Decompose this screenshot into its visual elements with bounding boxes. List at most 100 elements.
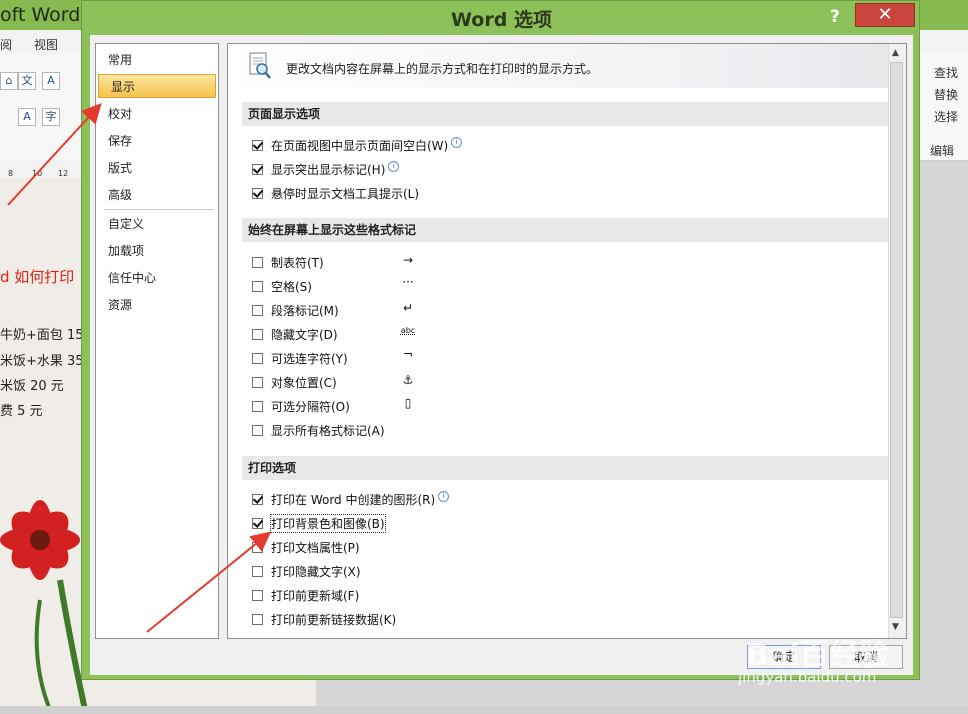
- watermark-url: jingyan.baidu.com: [738, 668, 877, 686]
- option-update-links[interactable]: 打印前更新链接数据(K): [252, 610, 396, 628]
- checkbox[interactable]: [252, 541, 263, 553]
- break-mark-icon: ▯: [404, 396, 412, 410]
- option-optional-breaks[interactable]: 可选分隔符(O): [252, 397, 350, 415]
- checkbox[interactable]: [252, 163, 263, 175]
- ribbon-icon[interactable]: 文: [18, 72, 36, 90]
- tab-view[interactable]: 视图: [34, 36, 58, 53]
- nav-item-addins[interactable]: 加载项: [96, 239, 218, 263]
- scrollbar-thumb[interactable]: [890, 62, 903, 618]
- option-optional-hyphens[interactable]: 可选连字符(Y): [252, 349, 348, 367]
- nav-item-proofing[interactable]: 校对: [96, 102, 218, 126]
- option-label: 打印前更新域(F): [271, 588, 360, 603]
- option-highlighter-marks[interactable]: 显示突出显示标记(H) i: [252, 160, 400, 178]
- option-label: 可选分隔符(O): [271, 399, 350, 414]
- section-print: 打印选项: [242, 456, 888, 480]
- option-paragraph-marks[interactable]: 段落标记(M): [252, 301, 339, 319]
- replace-button[interactable]: 替换: [934, 86, 958, 103]
- nav-item-save[interactable]: 保存: [96, 129, 218, 153]
- option-label: 打印背景色和图像(B): [270, 513, 386, 533]
- nav-item-layout[interactable]: 版式: [96, 156, 218, 180]
- option-label: 打印在 Word 中创建的图形(R): [271, 492, 436, 507]
- section-page-display: 页面显示选项: [242, 102, 888, 126]
- checkbox[interactable]: [252, 352, 263, 364]
- checkbox[interactable]: [252, 328, 263, 340]
- option-label: 悬停时显示文档工具提示(L): [271, 186, 420, 201]
- nav-item-resources[interactable]: 资源: [96, 293, 218, 317]
- ribbon-icon[interactable]: 字: [42, 108, 60, 126]
- option-label: 在页面视图中显示页面间空白(W): [271, 138, 449, 153]
- option-label: 显示所有格式标记(A): [271, 423, 385, 438]
- option-spaces[interactable]: 空格(S): [252, 277, 312, 295]
- section-format-marks: 始终在屏幕上显示这些格式标记: [242, 218, 888, 242]
- checkbox[interactable]: [252, 280, 263, 292]
- close-button[interactable]: ✕: [855, 3, 915, 27]
- hidden-text-mark-icon: abc: [400, 326, 416, 335]
- checkbox[interactable]: [252, 565, 263, 577]
- ruler: 8 10 12: [0, 160, 90, 179]
- option-label: 段落标记(M): [271, 303, 339, 318]
- checkbox[interactable]: [252, 187, 263, 199]
- checkbox[interactable]: [252, 256, 263, 268]
- close-icon: ✕: [877, 4, 893, 25]
- ruler-tick: 8: [8, 169, 14, 178]
- select-button[interactable]: 选择: [934, 108, 958, 125]
- option-print-hidden-text[interactable]: 打印隐藏文字(X): [252, 562, 361, 580]
- option-label: 打印隐藏文字(X): [271, 564, 361, 579]
- option-label: 空格(S): [271, 279, 312, 294]
- tab-mark-icon: →: [402, 253, 414, 267]
- options-nav: 常用 显示 校对 保存 版式 高级 自定义 加载项 信任中心 资源: [95, 43, 219, 639]
- dialog-title: Word 选项: [451, 9, 552, 31]
- option-label: 可选连字符(Y): [271, 351, 348, 366]
- scroll-down-icon[interactable]: ▼: [892, 622, 899, 632]
- option-show-all-marks[interactable]: 显示所有格式标记(A): [252, 421, 385, 439]
- option-label: 显示突出显示标记(H): [271, 162, 386, 177]
- option-hover-tooltips[interactable]: 悬停时显示文档工具提示(L): [252, 184, 419, 202]
- option-object-anchors[interactable]: 对象位置(C): [252, 373, 337, 391]
- nav-item-customize[interactable]: 自定义: [96, 212, 218, 236]
- help-button[interactable]: ?: [830, 7, 840, 27]
- info-icon: i: [451, 136, 463, 148]
- nav-item-advanced[interactable]: 高级: [96, 183, 218, 207]
- option-label: 打印文档属性(P): [271, 540, 360, 555]
- panel-description: 更改文档内容在屏幕上的显示方式和在打印时的显示方式。: [286, 62, 599, 76]
- option-label: 对象位置(C): [271, 375, 337, 390]
- checkbox[interactable]: [252, 304, 263, 316]
- option-print-properties[interactable]: 打印文档属性(P): [252, 538, 360, 556]
- editing-group: 查找 替换 选择 编辑: [918, 54, 968, 160]
- ribbon-icon[interactable]: A: [42, 72, 60, 90]
- info-icon: i: [438, 490, 450, 502]
- find-button[interactable]: 查找: [934, 64, 958, 81]
- option-label: 制表符(T): [271, 255, 324, 270]
- checkbox[interactable]: [252, 493, 263, 505]
- option-label: 隐藏文字(D): [271, 327, 338, 342]
- option-label: 打印前更新链接数据(K): [271, 612, 397, 627]
- editing-group-label: 编辑: [930, 144, 955, 158]
- option-update-fields[interactable]: 打印前更新域(F): [252, 586, 359, 604]
- tab-review[interactable]: 阅: [0, 36, 12, 53]
- option-show-whitespace[interactable]: 在页面视图中显示页面间空白(W) i: [252, 136, 463, 154]
- status-bar: [0, 706, 968, 714]
- space-mark-icon: ···: [402, 275, 414, 289]
- checkbox[interactable]: [252, 613, 263, 625]
- scroll-up-icon[interactable]: ▲: [892, 48, 899, 58]
- ribbon-icon[interactable]: A: [18, 108, 36, 126]
- checkbox[interactable]: [252, 517, 263, 529]
- info-icon: i: [388, 160, 400, 172]
- checkbox[interactable]: [252, 400, 263, 412]
- nav-item-trust-center[interactable]: 信任中心: [96, 266, 218, 290]
- nav-divider: [104, 209, 214, 210]
- checkbox[interactable]: [252, 139, 263, 151]
- checkbox[interactable]: [252, 589, 263, 601]
- option-hidden-text[interactable]: 隐藏文字(D): [252, 325, 338, 343]
- magnifier-page-icon: [249, 52, 271, 79]
- anchor-icon: ⚓: [402, 373, 414, 387]
- nav-item-display[interactable]: 显示: [98, 74, 216, 98]
- option-tab-characters[interactable]: 制表符(T): [252, 253, 324, 271]
- checkbox[interactable]: [252, 424, 263, 436]
- ribbon-icon[interactable]: ⌂: [0, 72, 18, 90]
- option-print-drawings[interactable]: 打印在 Word 中创建的图形(R) i: [252, 490, 450, 508]
- ruler-tick: 10: [32, 169, 43, 178]
- nav-item-popular[interactable]: 常用: [96, 48, 218, 72]
- checkbox[interactable]: [252, 376, 263, 388]
- option-print-background[interactable]: 打印背景色和图像(B): [252, 513, 386, 533]
